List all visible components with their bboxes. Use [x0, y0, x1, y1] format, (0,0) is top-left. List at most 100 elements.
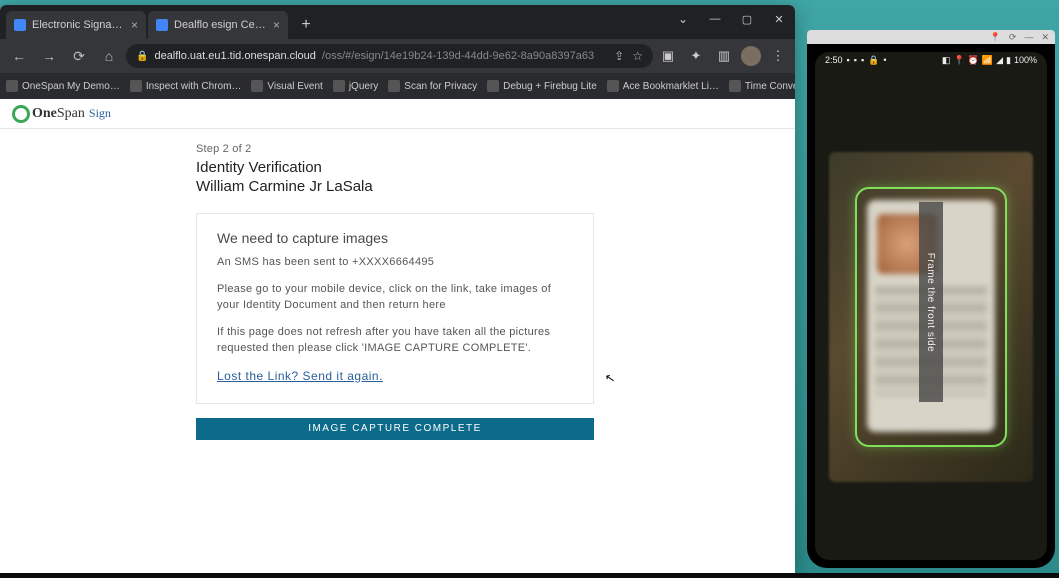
bookmark-item[interactable]: Time Converter - C…	[729, 80, 795, 92]
capture-panel: We need to capture images An SMS has bee…	[196, 213, 594, 404]
phone-screen[interactable]: 2:50 ▪ ▪ ▪ 🔒 • ◧ 📍 ⏰ 📶 ◢ ▮ 100%	[815, 52, 1047, 560]
sms-status: An SMS has been sent to +XXXX6664495	[217, 254, 573, 271]
notification-icon: ▪	[847, 55, 850, 65]
page-content: Step 2 of 2 Identity Verification Willia…	[0, 129, 795, 440]
desktop: Electronic Signature, Cloud Auth × Dealf…	[0, 0, 1059, 578]
bookmark-icon	[729, 80, 741, 92]
star-icon[interactable]: ☆	[632, 49, 643, 63]
step-indicator: Step 2 of 2	[196, 143, 795, 155]
page-header: OneSpan Sign	[0, 99, 795, 129]
phone-time: 2:50	[825, 55, 843, 65]
bookmark-icon	[487, 80, 499, 92]
wifi-icon: 📶	[982, 55, 993, 66]
bookmark-item[interactable]: OneSpan My Demo…	[6, 80, 120, 92]
back-button[interactable]: ←	[6, 43, 32, 69]
pin-icon[interactable]: 📍	[990, 32, 1001, 43]
profile-avatar[interactable]	[741, 46, 761, 66]
tab-dealflo-esign[interactable]: Dealflo esign Ceremony ×	[148, 11, 288, 39]
bookmark-item[interactable]: jQuery	[333, 80, 378, 92]
instruction-1: Please go to your mobile device, click o…	[217, 281, 573, 314]
browser-toolbar: ← → ⟳ ⌂ 🔒 dealflo.uat.eu1.tid.onespan.cl…	[0, 39, 795, 73]
os-taskbar[interactable]	[0, 573, 1059, 578]
bookmark-label: Debug + Firebug Lite	[503, 81, 597, 92]
battery-level: 100%	[1014, 55, 1037, 65]
camera-icon[interactable]: ▣	[657, 45, 679, 67]
close-icon[interactable]: ×	[273, 18, 280, 32]
menu-icon[interactable]: ⋮	[767, 45, 789, 67]
notification-icon: ▪	[854, 55, 857, 65]
bookmark-label: Time Converter - C…	[745, 81, 795, 92]
notification-icon: ▪	[861, 55, 864, 65]
page-viewport: OneSpan Sign Step 2 of 2 Identity Verifi…	[0, 99, 795, 573]
bookmark-icon	[130, 80, 142, 92]
bookmark-item[interactable]: Scan for Privacy	[388, 80, 477, 92]
panel-heading: We need to capture images	[217, 230, 573, 246]
share-icon[interactable]: ⇪	[614, 49, 624, 63]
bookmark-label: Scan for Privacy	[404, 81, 477, 92]
browser-window: Electronic Signature, Cloud Auth × Dealf…	[0, 5, 795, 573]
page-title: Identity Verification	[196, 159, 795, 176]
location-icon: 📍	[953, 55, 964, 66]
chevron-down-icon[interactable]: ⌄	[667, 5, 699, 33]
close-icon[interactable]: ×	[131, 18, 138, 32]
instruction-2: If this page does not refresh after you …	[217, 324, 573, 357]
bookmark-item[interactable]: Inspect with Chrom…	[130, 80, 242, 92]
maximize-button[interactable]: ▢	[731, 5, 763, 33]
lock-icon: 🔒	[136, 51, 148, 62]
close-icon[interactable]: ✕	[1041, 32, 1049, 43]
logo-text: OneSpan	[32, 106, 85, 122]
reload-button[interactable]: ⟳	[66, 43, 92, 69]
tab-title: Dealflo esign Ceremony	[174, 19, 267, 31]
tab-strip: Electronic Signature, Cloud Auth × Dealf…	[0, 5, 795, 39]
bookmark-label: OneSpan My Demo…	[22, 81, 120, 92]
url-domain: dealflo.uat.eu1.tid.onespan.cloud	[154, 50, 315, 62]
lock-icon: 🔒	[868, 55, 879, 66]
address-bar[interactable]: 🔒 dealflo.uat.eu1.tid.onespan.cloud /oss…	[126, 44, 653, 68]
alarm-icon: ⏰	[968, 55, 979, 66]
bookmark-label: Inspect with Chrom…	[146, 81, 242, 92]
window-controls: ⌄ — ▢ ✕	[667, 5, 795, 33]
forward-button[interactable]: →	[36, 43, 62, 69]
bookmark-icon	[333, 80, 345, 92]
bookmark-label: Visual Event	[267, 81, 322, 92]
overlay-instruction: Frame the front side	[926, 252, 937, 351]
home-button[interactable]: ⌂	[96, 43, 122, 69]
bookmark-label: jQuery	[349, 81, 378, 92]
tab-electronic-signature[interactable]: Electronic Signature, Cloud Auth ×	[6, 11, 146, 39]
close-window-button[interactable]: ✕	[763, 5, 795, 33]
bookmark-icon	[251, 80, 263, 92]
scrcpy-window: 📍 ⟳ — ✕ 2:50 ▪ ▪ ▪ 🔒 • ◧	[807, 30, 1055, 568]
battery-icon: ▮	[1006, 55, 1011, 66]
new-tab-button[interactable]: +	[294, 13, 318, 37]
favicon-icon	[156, 19, 168, 31]
signal-icon: ◢	[996, 55, 1003, 66]
scrcpy-titlebar: 📍 ⟳ — ✕	[807, 30, 1055, 44]
bookmark-item[interactable]: Visual Event	[251, 80, 322, 92]
user-name: William Carmine Jr LaSala	[196, 178, 795, 195]
bookmark-item[interactable]: Ace Bookmarklet Li…	[607, 80, 719, 92]
bookmark-icon	[607, 80, 619, 92]
bookmark-icon	[388, 80, 400, 92]
url-path: /oss/#/esign/14e19b24-139d-44dd-9e62-8a9…	[322, 50, 594, 62]
bookmark-bar: OneSpan My Demo… Inspect with Chrom… Vis…	[0, 73, 795, 99]
tabs-icon[interactable]: ▥	[713, 45, 735, 67]
resend-link[interactable]: Lost the Link? Send it again.	[217, 369, 383, 383]
logo-mark-icon	[12, 105, 30, 123]
dot-icon: •	[883, 55, 886, 65]
phone-statusbar: 2:50 ▪ ▪ ▪ 🔒 • ◧ 📍 ⏰ 📶 ◢ ▮ 100%	[815, 52, 1047, 68]
favicon-icon	[14, 19, 26, 31]
minimize-icon[interactable]: —	[1024, 32, 1033, 42]
nfc-icon: ◧	[942, 55, 951, 66]
capture-overlay: Frame the front side	[919, 202, 943, 402]
phone-frame: 2:50 ▪ ▪ ▪ 🔒 • ◧ 📍 ⏰ 📶 ◢ ▮ 100%	[807, 44, 1055, 568]
image-capture-complete-button[interactable]: IMAGE CAPTURE COMPLETE	[196, 418, 594, 440]
tab-title: Electronic Signature, Cloud Auth	[32, 19, 125, 31]
refresh-icon[interactable]: ⟳	[1009, 32, 1017, 43]
minimize-button[interactable]: —	[699, 5, 731, 33]
extensions-icon[interactable]: ✦	[685, 45, 707, 67]
bookmark-label: Ace Bookmarklet Li…	[623, 81, 719, 92]
onespan-logo: OneSpan Sign	[12, 105, 111, 123]
bookmark-item[interactable]: Debug + Firebug Lite	[487, 80, 597, 92]
logo-suffix: Sign	[89, 106, 111, 121]
bookmark-icon	[6, 80, 18, 92]
